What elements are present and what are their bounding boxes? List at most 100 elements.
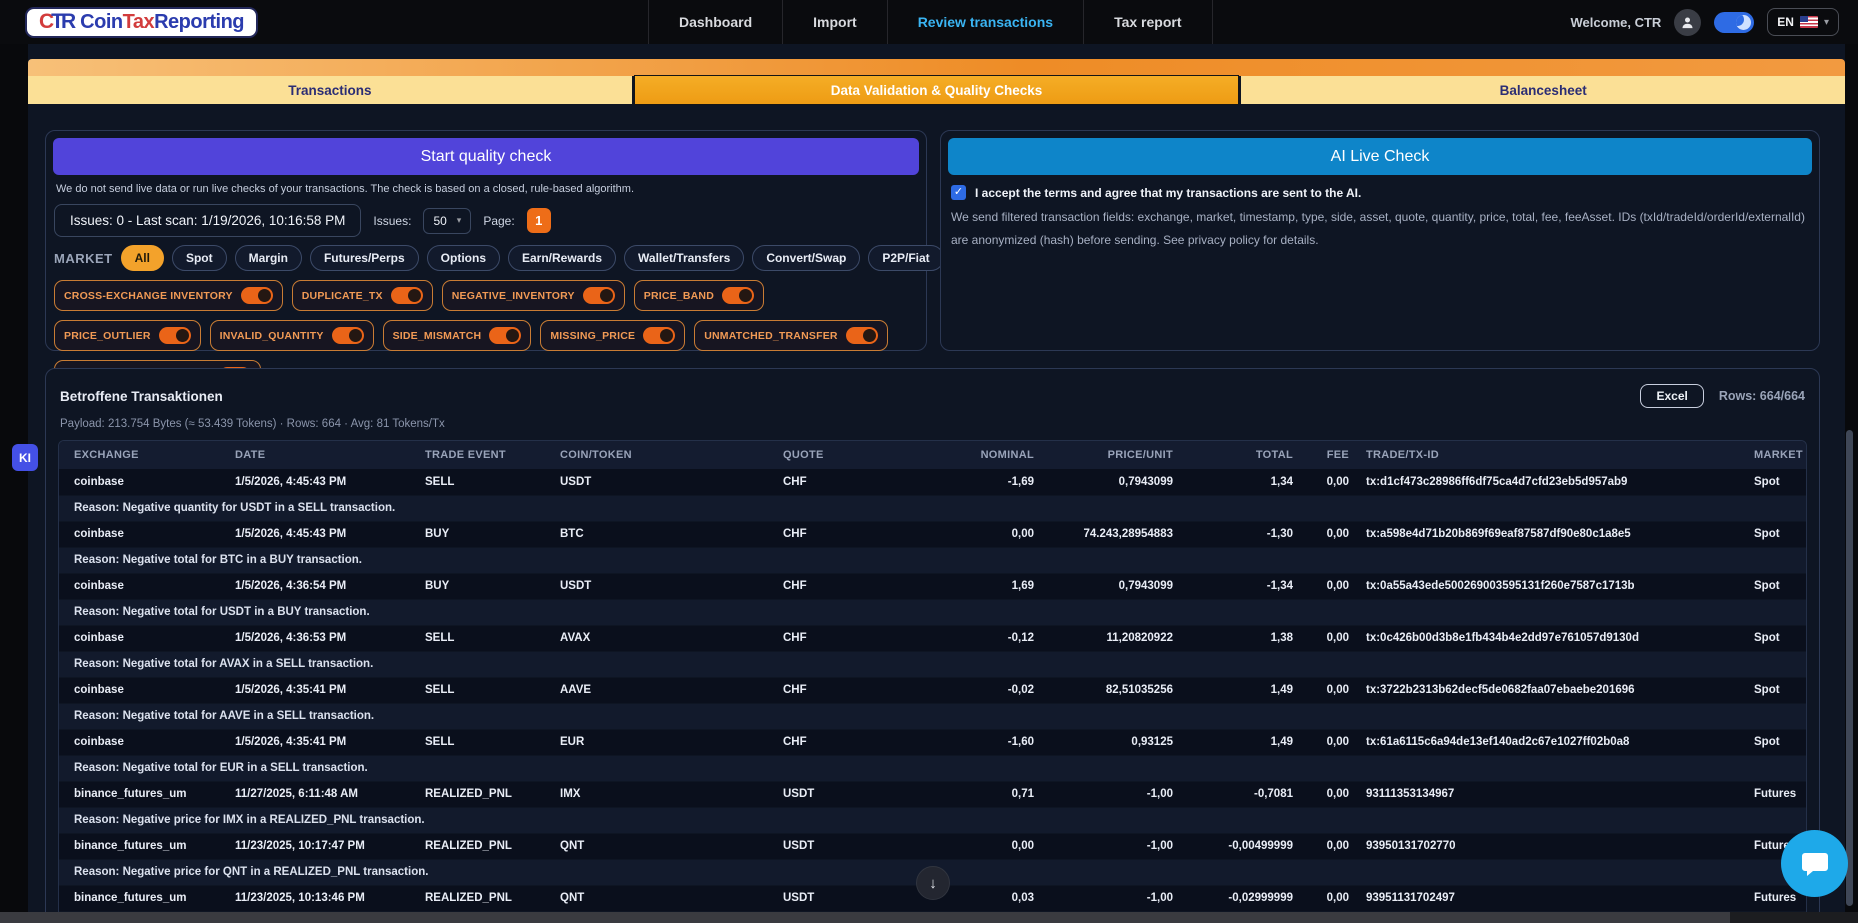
check-chip-price-outlier[interactable]: PRICE_OUTLIER: [54, 320, 201, 351]
issues-page-size-select[interactable]: 50 ▾: [423, 208, 471, 234]
tab-transactions[interactable]: Transactions: [28, 76, 632, 104]
toggle-switch[interactable]: [846, 327, 878, 344]
vertical-scrollbar[interactable]: [1846, 430, 1853, 906]
horizontal-scrollbar-thumb[interactable]: [0, 912, 1730, 923]
cell-nominal: -0,12: [948, 625, 1036, 651]
cell-quote: CHF: [768, 573, 948, 599]
cell-price-unit: -1,00: [1036, 781, 1175, 807]
market-label: MARKET: [54, 251, 113, 266]
market-chip-earn-rewards[interactable]: Earn/Rewards: [508, 245, 616, 271]
table-row[interactable]: coinbase1/5/2026, 4:35:41 PMSELLEURCHF-1…: [59, 729, 1807, 755]
ai-live-check-button[interactable]: AI Live Check: [948, 138, 1812, 175]
cell-exchange: binance_futures_um: [59, 833, 220, 859]
market-chip-options[interactable]: Options: [427, 245, 500, 271]
cell-trade-event: REALIZED_PNL: [410, 781, 545, 807]
toggle-switch[interactable]: [489, 327, 521, 344]
cell-exchange: coinbase: [59, 625, 220, 651]
page-number-button[interactable]: 1: [527, 208, 551, 233]
nav-item-dashboard[interactable]: Dashboard: [648, 0, 782, 44]
cell-date: 1/5/2026, 4:45:43 PM: [220, 469, 410, 495]
cell-total: 1,49: [1175, 677, 1295, 703]
consent-checkbox[interactable]: ✓: [951, 185, 966, 200]
app-logo[interactable]: CTR CoinTaxReporting: [25, 7, 258, 38]
navbar-right-cluster: Welcome, CTR EN ▾: [1571, 0, 1839, 44]
check-chip-duplicate-tx[interactable]: DUPLICATE_TX: [292, 280, 433, 311]
check-label: MISSING_PRICE: [550, 330, 635, 342]
cell-nominal: 1,69: [948, 573, 1036, 599]
check-chip-price-band[interactable]: PRICE_BAND: [634, 280, 764, 311]
start-quality-check-button[interactable]: Start quality check: [53, 138, 919, 175]
check-chip-invalid-quantity[interactable]: INVALID_QUANTITY: [210, 320, 374, 351]
table-row[interactable]: coinbase1/5/2026, 4:35:41 PMSELLAAVECHF-…: [59, 677, 1807, 703]
affected-transactions-panel: Betroffene Transaktionen Excel Rows: 664…: [45, 368, 1820, 923]
scroll-down-button[interactable]: ↓: [916, 866, 950, 900]
table-row[interactable]: coinbase1/5/2026, 4:45:43 PMSELLUSDTCHF-…: [59, 469, 1807, 495]
row-reason-text: Reason: Negative total for BTC in a BUY …: [59, 547, 1807, 573]
cell-price-unit: 82,51035256: [1036, 677, 1175, 703]
toggle-switch[interactable]: [722, 287, 754, 304]
payload-summary: Payload: 213.754 Bytes (≈ 53.439 Tokens)…: [60, 418, 1805, 430]
cell-price-unit: 0,7943099: [1036, 469, 1175, 495]
check-chip-negative-inventory[interactable]: NEGATIVE_INVENTORY: [442, 280, 625, 311]
cell-quote: CHF: [768, 521, 948, 547]
check-chip-side-mismatch[interactable]: SIDE_MISMATCH: [383, 320, 532, 351]
check-chip-cross-exchange-inventory[interactable]: CROSS-EXCHANGE INVENTORY: [54, 280, 283, 311]
cell-date: 1/5/2026, 4:36:53 PM: [220, 625, 410, 651]
check-chip-unmatched-transfer[interactable]: UNMATCHED_TRANSFER: [694, 320, 888, 351]
nav-item-review-transactions[interactable]: Review transactions: [887, 0, 1083, 44]
cell-date: 1/5/2026, 4:45:43 PM: [220, 521, 410, 547]
toggle-switch[interactable]: [159, 327, 191, 344]
excel-export-button[interactable]: Excel: [1640, 384, 1703, 408]
table-row[interactable]: coinbase1/5/2026, 4:36:53 PMSELLAVAXCHF-…: [59, 625, 1807, 651]
market-chip-p2p-fiat[interactable]: P2P/Fiat: [868, 245, 943, 271]
horizontal-scrollbar-track[interactable]: [0, 912, 1858, 923]
market-chip-all[interactable]: All: [121, 245, 164, 271]
market-chip-convert-swap[interactable]: Convert/Swap: [752, 245, 860, 271]
cell-tx-id: 93111353134967: [1351, 781, 1739, 807]
chat-widget-button[interactable]: [1781, 830, 1848, 897]
toggle-switch[interactable]: [391, 287, 423, 304]
market-chip-futures-perps[interactable]: Futures/Perps: [310, 245, 419, 271]
cell-coin: AAVE: [545, 677, 768, 703]
cell-trade-event: REALIZED_PNL: [410, 833, 545, 859]
table-row[interactable]: binance_futures_um11/23/2025, 10:17:47 P…: [59, 833, 1807, 859]
toggle-switch[interactable]: [643, 327, 675, 344]
toggle-switch[interactable]: [583, 287, 615, 304]
toggle-switch[interactable]: [332, 327, 364, 344]
table-row[interactable]: coinbase1/5/2026, 4:36:54 PMBUYUSDTCHF1,…: [59, 573, 1807, 599]
check-label: PRICE_OUTLIER: [64, 330, 151, 342]
cell-coin: USDT: [545, 573, 768, 599]
cell-fee: 0,00: [1295, 573, 1351, 599]
nav-item-import[interactable]: Import: [782, 0, 887, 44]
ki-badge[interactable]: KI: [12, 444, 38, 471]
nav-item-tax-report[interactable]: Tax report: [1083, 0, 1212, 44]
market-chip-margin[interactable]: Margin: [235, 245, 302, 271]
reason-row: Reason: Negative total for USDT in a BUY…: [59, 599, 1807, 625]
cell-tx-id: tx:a598e4d71b20b869f69eaf87587df90e80c1a…: [1351, 521, 1739, 547]
check-label: INVALID_QUANTITY: [220, 330, 324, 342]
check-chip-missing-price[interactable]: MISSING_PRICE: [540, 320, 685, 351]
market-chip-spot[interactable]: Spot: [172, 245, 227, 271]
avatar[interactable]: [1674, 9, 1701, 36]
table-row[interactable]: coinbase1/5/2026, 4:45:43 PMBUYBTCCHF0,0…: [59, 521, 1807, 547]
cell-exchange: binance_futures_um: [59, 885, 220, 911]
cell-fee: 0,00: [1295, 625, 1351, 651]
tab-data-validation-quality-checks[interactable]: Data Validation & Quality Checks: [635, 76, 1239, 104]
language-selector[interactable]: EN ▾: [1767, 8, 1839, 36]
cell-exchange: coinbase: [59, 573, 220, 599]
check-label: UNMATCHED_TRANSFER: [704, 330, 838, 342]
cell-coin: USDT: [545, 469, 768, 495]
cell-quote: USDT: [768, 833, 948, 859]
tab-balancesheet[interactable]: Balancesheet: [1241, 76, 1845, 104]
cell-coin: QNT: [545, 885, 768, 911]
cell-price-unit: -1,00: [1036, 833, 1175, 859]
market-chip-wallet-transfers[interactable]: Wallet/Transfers: [624, 245, 744, 271]
reason-row: Reason: Negative total for AVAX in a SEL…: [59, 651, 1807, 677]
dark-mode-toggle[interactable]: [1714, 12, 1754, 33]
table-row[interactable]: binance_futures_um11/27/2025, 6:11:48 AM…: [59, 781, 1807, 807]
check-label: PRICE_BAND: [644, 290, 714, 302]
reason-row: Reason: Negative price for IMX in a REAL…: [59, 807, 1807, 833]
toggle-switch[interactable]: [241, 287, 273, 304]
check-label: NEGATIVE_INVENTORY: [452, 290, 575, 302]
cell-trade-event: REALIZED_PNL: [410, 885, 545, 911]
